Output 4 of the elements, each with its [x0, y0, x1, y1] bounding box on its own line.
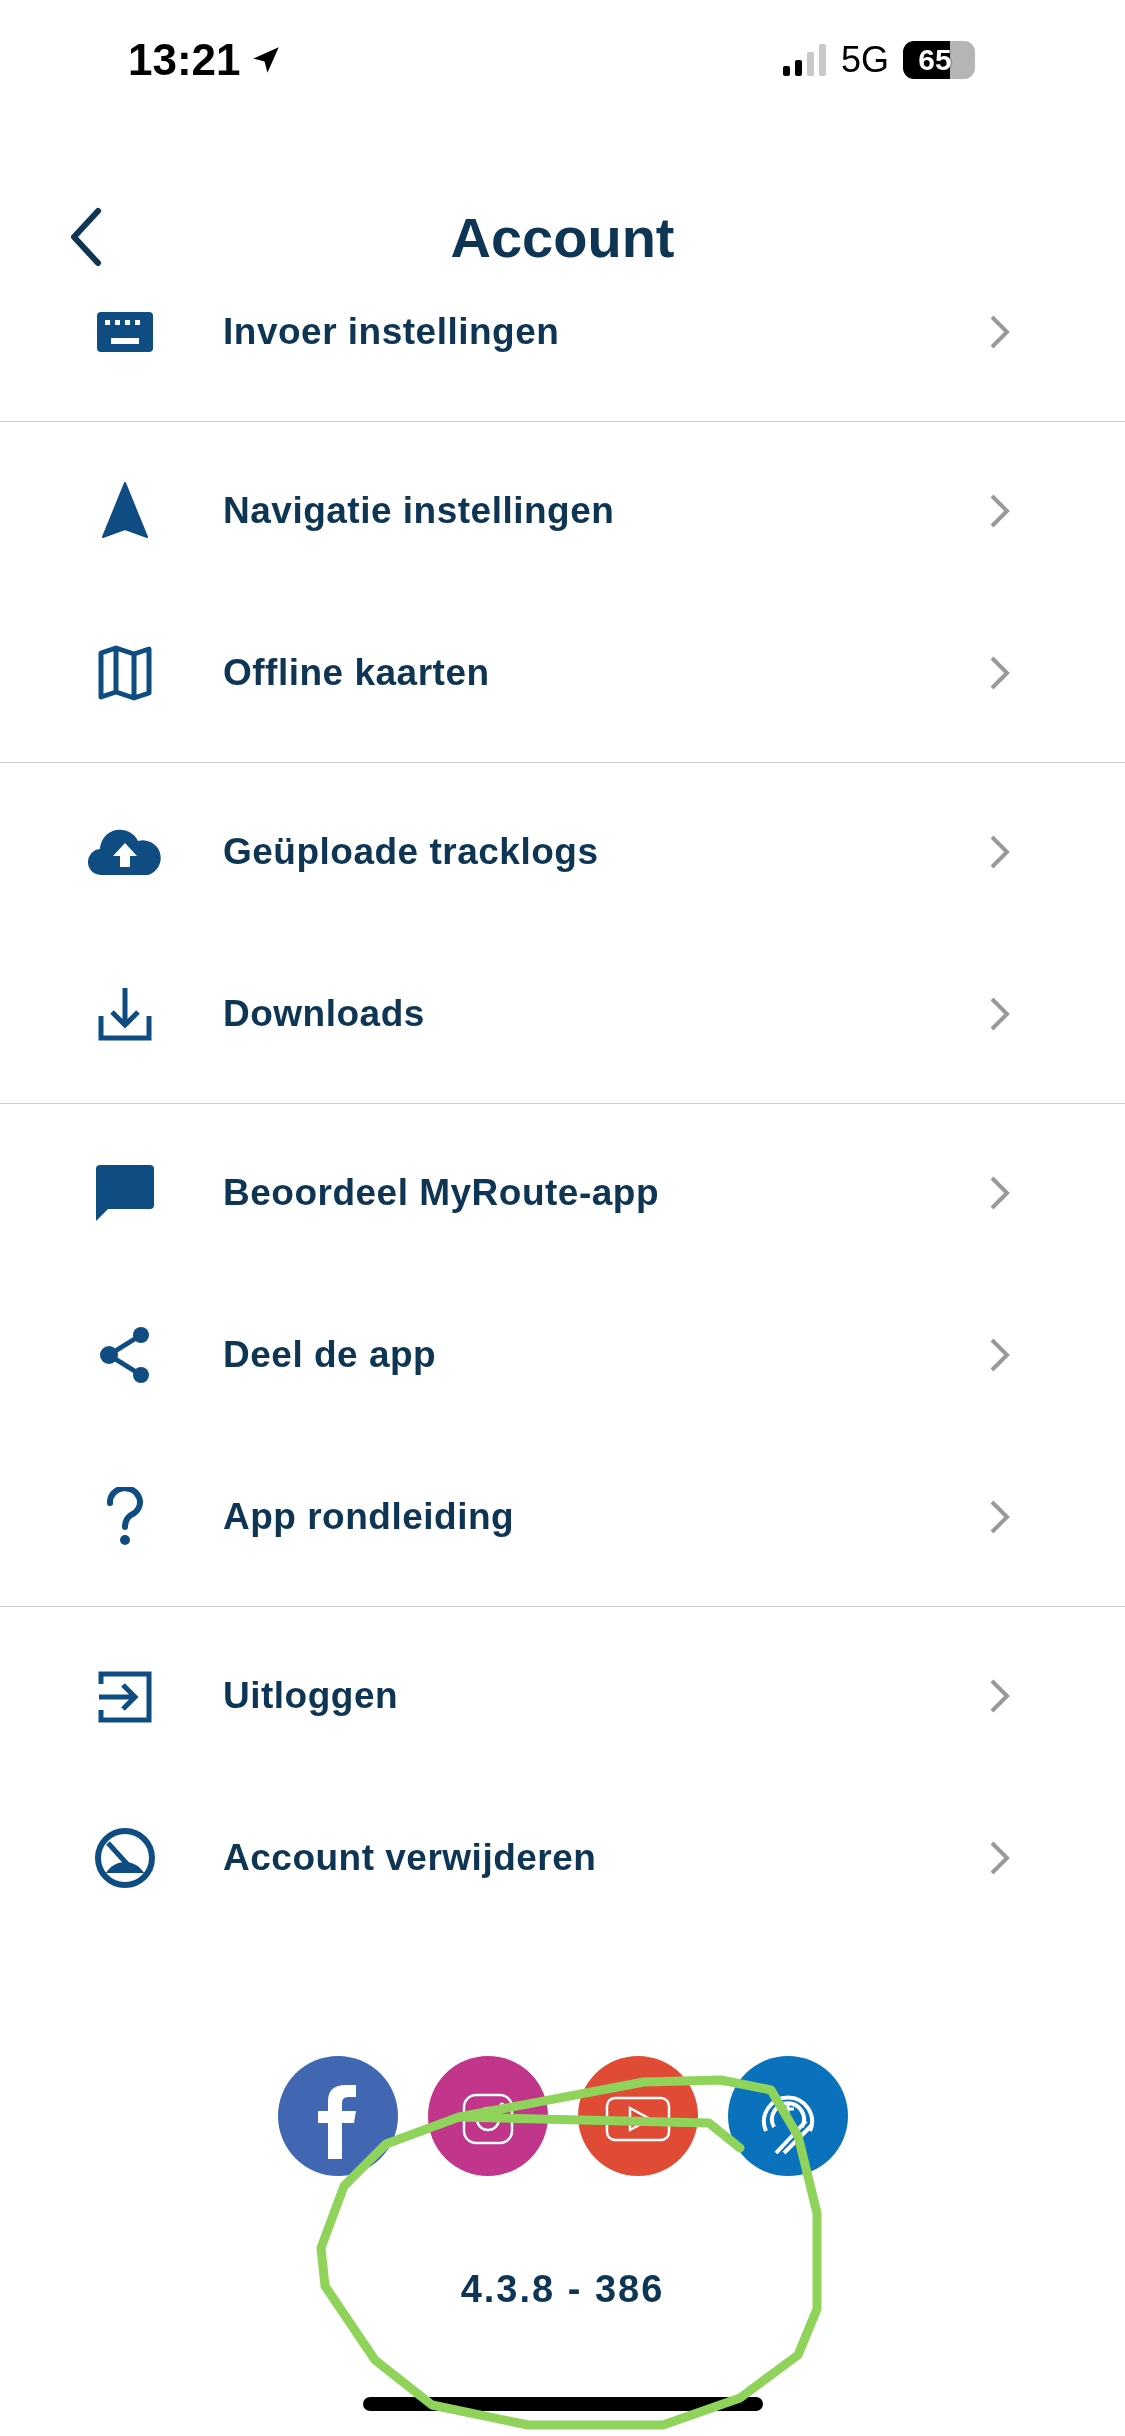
network-label: 5G	[840, 39, 889, 81]
status-time: 13:21	[128, 35, 241, 85]
version-label: 4.3.8 - 386	[460, 2268, 665, 2311]
page-title: Account	[450, 205, 675, 270]
